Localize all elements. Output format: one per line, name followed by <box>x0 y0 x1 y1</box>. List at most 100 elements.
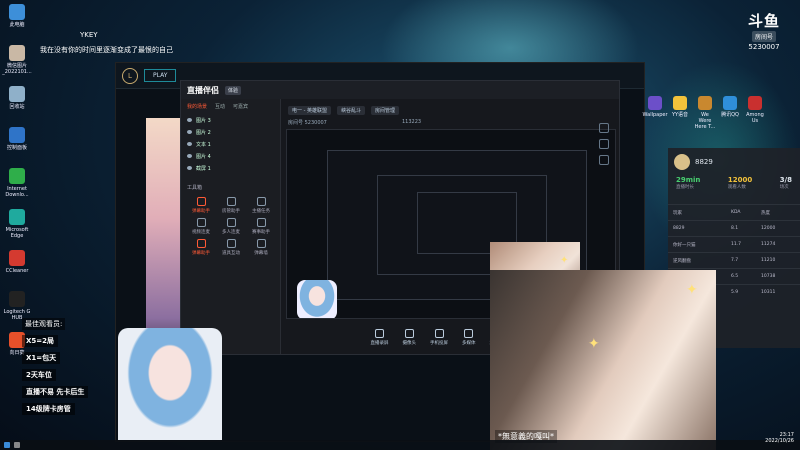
tool-icon <box>226 239 236 248</box>
rank-row: X1=包天 <box>22 352 61 364</box>
tool-button[interactable]: 房管助手 <box>217 197 245 214</box>
desktop-icon[interactable]: 控制面板 <box>2 127 32 167</box>
stat-value: 29min <box>676 176 701 184</box>
table-cell: 5.9 <box>731 290 739 295</box>
tool-icon <box>196 239 206 248</box>
eye-icon[interactable] <box>187 142 192 146</box>
bottom-icon <box>404 328 414 338</box>
table-header-cell: 玩家 <box>673 210 682 216</box>
layout-icon[interactable] <box>599 155 609 165</box>
table-header-cell: KDA <box>731 210 741 215</box>
tab-1[interactable]: 互动 <box>215 103 225 110</box>
stat-item: 3/8 场次 <box>780 176 792 190</box>
desktop-icon-label: 控制面板 <box>6 145 27 151</box>
desktop-icon[interactable]: 此电脑 <box>2 4 32 44</box>
desktop-icon-label: Microsoft Edge <box>5 227 29 239</box>
scene-item[interactable]: 图片 2 <box>181 126 280 138</box>
tab-2[interactable]: 可嘉宾 <box>233 103 248 110</box>
room-bar-item[interactable]: 房间管理 <box>371 105 400 115</box>
desktop-icon[interactable]: 回收站 <box>2 86 32 126</box>
desktop-icon-label: Wallpaper <box>642 112 668 118</box>
tool-button[interactable]: 多人连麦 <box>217 218 245 235</box>
room-bar-item[interactable]: 峡谷乱斗 <box>336 105 365 115</box>
stats-numbers: 29min 直播时长 12000 观看人数 3/8 场次 <box>668 176 800 190</box>
lol-play-button[interactable]: PLAY <box>144 69 177 82</box>
table-header-cell: 热度 <box>761 210 770 216</box>
app-icon <box>9 291 25 307</box>
rank-title: 最佳观看员: <box>22 318 66 330</box>
app-logo: 直播伴侣 <box>187 85 219 95</box>
eye-icon[interactable] <box>187 118 192 122</box>
desktop-icon-label: 此电脑 <box>9 22 25 28</box>
tool-button[interactable]: 弹幕助手 <box>187 197 215 214</box>
desktop-icon[interactable]: 腾讯QQ <box>719 96 741 136</box>
tool-button[interactable]: 主播任务 <box>247 197 275 214</box>
stats-header: 8829 <box>668 148 800 176</box>
tool-button[interactable]: 弹幕墙 <box>247 239 275 256</box>
app-icon <box>9 209 25 225</box>
app-icon <box>698 96 712 110</box>
stat-item: 12000 观看人数 <box>728 176 752 190</box>
eye-icon[interactable] <box>187 154 192 158</box>
taskbar-clock[interactable]: 23:17 2022/10/26 <box>765 432 794 444</box>
scene-item[interactable]: 截屏 1 <box>181 162 280 174</box>
table-cell: 11274 <box>761 242 776 247</box>
search-icon[interactable] <box>14 442 20 448</box>
scene-label: 图片 4 <box>196 153 211 160</box>
tool-label: 道具互动 <box>222 251 240 256</box>
tool-label: 弹幕助手 <box>192 251 210 256</box>
desktop-icon[interactable]: Internet Downlo... <box>2 168 32 208</box>
desktop-icon[interactable]: YY语音 <box>669 96 691 136</box>
scene-item[interactable]: 图片 3 <box>181 114 280 126</box>
viewer-count: 113223 <box>402 119 422 125</box>
tool-button[interactable]: 赛事助手 <box>247 218 275 235</box>
bottom-button[interactable]: 多媒体 <box>462 328 476 346</box>
tool-button[interactable]: 视频连麦 <box>187 218 215 235</box>
settings-icon[interactable] <box>599 139 609 149</box>
share-icon[interactable] <box>599 123 609 133</box>
sparkle-icon: ✦ <box>560 255 569 266</box>
room-id: 房间号 5230007 <box>288 120 327 126</box>
tool-button[interactable]: 道具互动 <box>217 239 245 256</box>
app-icon <box>748 96 762 110</box>
desktop-icon[interactable]: We Were Here T... <box>694 96 716 136</box>
table-cell: 10311 <box>761 290 776 295</box>
tab-0[interactable]: 我的场景 <box>187 103 207 110</box>
scene-label: 截屏 1 <box>196 165 211 172</box>
desktop-icon[interactable]: Microsoft Edge <box>2 209 32 249</box>
table-row[interactable]: 你好一只猫 11.7 11274 <box>668 236 800 252</box>
scene-list: 图片 3 图片 2 文本 1 图片 4 截屏 1 <box>181 114 280 174</box>
lol-logo-icon: L <box>122 67 138 84</box>
bottom-button[interactable]: 手机投屏 <box>430 328 448 346</box>
scene-item[interactable]: 文本 1 <box>181 138 280 150</box>
tool-button[interactable]: 弹幕助手 <box>187 239 215 256</box>
table-row[interactable]: 逆风翻盘 7.7 11210 <box>668 252 800 268</box>
bottom-button[interactable]: 摄像头 <box>403 328 416 346</box>
tool-icon <box>226 197 236 206</box>
stat-key: 观看人数 <box>727 185 746 190</box>
desktop-icon[interactable]: Among Us <box>744 96 766 136</box>
room-bar-item[interactable]: 电一 - 英雄联盟 <box>288 105 331 115</box>
sparkle-icon: ✦ <box>686 282 698 298</box>
stat-value: 12000 <box>727 176 753 184</box>
douyu-logo: 斗鱼 <box>747 12 780 30</box>
app-sidebar: 我的场景 互动 可嘉宾 图片 3 图片 2 文本 1 图片 4 截屏 1 工具箱 弹幕助手 房… <box>181 99 281 354</box>
start-icon[interactable] <box>4 442 10 448</box>
bottom-label: 直播录屏 <box>370 340 389 346</box>
scene-item[interactable]: 图片 4 <box>181 150 280 162</box>
stat-value: 3/8 <box>779 176 792 184</box>
table-cell: 逆风翻盘 <box>673 258 691 264</box>
tool-label: 多人连麦 <box>222 230 240 235</box>
table-cell: 8829 <box>673 226 685 231</box>
stream-user-tag: YKEY <box>80 31 98 39</box>
desktop-icon[interactable]: Wallpaper <box>642 96 668 136</box>
desktop-icon-label: YY语音 <box>671 112 689 118</box>
desktop-icon[interactable]: CCleaner <box>2 250 32 290</box>
table-row[interactable]: 8829 8.1 12000 <box>668 220 800 236</box>
desktop-icon[interactable]: 微信图片_2022101... <box>2 45 32 85</box>
sparkle-icon: ✦ <box>588 336 600 352</box>
eye-icon[interactable] <box>187 130 192 134</box>
eye-icon[interactable] <box>187 166 192 170</box>
bottom-button[interactable]: 直播录屏 <box>370 328 389 346</box>
user-id: 8829 <box>695 158 713 166</box>
